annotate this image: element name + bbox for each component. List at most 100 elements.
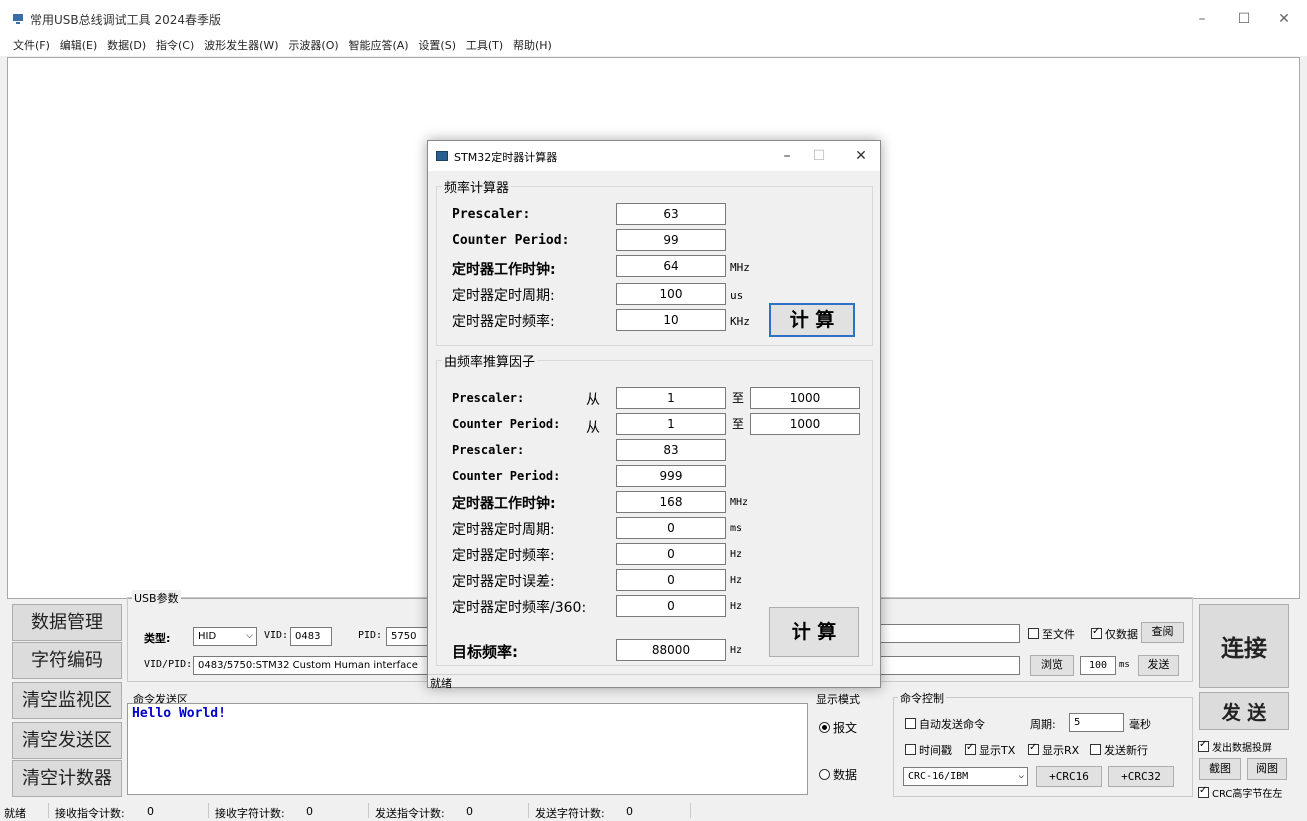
add-crc32-button[interactable]: +CRC32 bbox=[1108, 766, 1174, 787]
browse-button[interactable]: 浏览 bbox=[1030, 655, 1074, 676]
window-title: 常用USB总线调试工具 2024春季版 bbox=[30, 13, 221, 27]
show-tx-label: 显示TX bbox=[979, 744, 1016, 757]
menu-smart-reply[interactable]: 智能应答(A) bbox=[345, 36, 411, 56]
checkbox-icon bbox=[905, 744, 916, 755]
add-crc16-button[interactable]: +CRC16 bbox=[1036, 766, 1102, 787]
crc-select[interactable]: CRC-16/IBM ⌵ bbox=[903, 767, 1028, 786]
period-from-input[interactable]: 1 bbox=[616, 413, 726, 435]
crc-high-first-checkbox[interactable]: CRC高字节在左 bbox=[1198, 785, 1282, 800]
timer-freq-label: 定时器定时频率: bbox=[452, 314, 555, 330]
counter-period-input[interactable]: 99 bbox=[616, 229, 726, 251]
result-prescaler-input[interactable]: 83 bbox=[616, 439, 726, 461]
target-freq-input[interactable]: 88000 bbox=[616, 639, 726, 661]
status-separator bbox=[690, 803, 691, 818]
timer-clock-unit: MHz bbox=[730, 261, 750, 274]
send-cmd-count-value: 0 bbox=[466, 805, 473, 818]
prescaler-input[interactable]: 63 bbox=[616, 203, 726, 225]
timed-send-button[interactable]: 发送 bbox=[1138, 655, 1179, 676]
view-image-button[interactable]: 阅图 bbox=[1247, 758, 1287, 780]
clear-send-button[interactable]: 清空发送区 bbox=[12, 722, 122, 759]
timer-clock-input[interactable]: 64 bbox=[616, 255, 726, 277]
period-input[interactable]: 5 bbox=[1069, 713, 1124, 732]
to-file-checkbox[interactable]: 至文件 bbox=[1028, 626, 1075, 642]
type-select[interactable]: HID ⌵ bbox=[193, 627, 257, 646]
menu-tools[interactable]: 工具(T) bbox=[463, 36, 506, 56]
radio-selected-icon bbox=[819, 722, 830, 733]
clear-counter-button[interactable]: 清空计数器 bbox=[12, 760, 122, 797]
data-only-checkbox[interactable]: 仅数据 bbox=[1091, 626, 1138, 642]
menu-help[interactable]: 帮助(H) bbox=[510, 36, 555, 56]
file-path-input[interactable] bbox=[880, 624, 1020, 643]
period-from-label: 从 bbox=[586, 420, 600, 436]
data-mode-radio[interactable]: 数据 bbox=[819, 766, 857, 783]
factor-timer-period-unit: ms bbox=[730, 523, 743, 534]
vidpid-input[interactable]: 0483/5750:STM32 Custom Human interface bbox=[193, 656, 429, 675]
message-mode-radio[interactable]: 报文 bbox=[819, 719, 857, 736]
factor-clock-input[interactable]: 168 bbox=[616, 491, 726, 513]
checkbox-icon bbox=[1090, 744, 1101, 755]
menu-oscilloscope[interactable]: 示波器(O) bbox=[285, 36, 341, 56]
show-tx-checkbox[interactable]: 显示TX bbox=[965, 742, 1015, 758]
query-button[interactable]: 查阅 bbox=[1141, 622, 1184, 643]
interval-input[interactable]: 100 bbox=[1080, 656, 1116, 675]
auto-send-checkbox[interactable]: 自动发送命令 bbox=[905, 716, 985, 732]
factor-timer-error-input[interactable]: 0 bbox=[616, 569, 726, 591]
screenshot-button[interactable]: 截图 bbox=[1199, 758, 1241, 780]
send-newline-checkbox[interactable]: 发送新行 bbox=[1090, 742, 1148, 758]
command-control-label: 命令控制 bbox=[898, 690, 946, 706]
menu-file[interactable]: 文件(F) bbox=[10, 36, 53, 56]
status-separator bbox=[528, 803, 529, 818]
factor-clock-label: 定时器工作时钟: bbox=[452, 496, 556, 512]
period-to-input[interactable]: 1000 bbox=[750, 413, 860, 435]
app-icon bbox=[13, 14, 23, 24]
pid-label: PID: bbox=[358, 630, 383, 641]
close-button[interactable]: ✕ bbox=[1269, 8, 1299, 30]
dialog-maximize-button: ☐ bbox=[812, 148, 826, 164]
browse-path-input[interactable] bbox=[880, 656, 1020, 675]
recv-char-count-label: 接收字符计数: bbox=[215, 807, 285, 820]
minimize-button[interactable]: – bbox=[1187, 8, 1217, 30]
clear-monitor-button[interactable]: 清空监视区 bbox=[12, 682, 122, 719]
freq-calc-button[interactable]: 计 算 bbox=[769, 303, 855, 337]
result-prescaler-label: Prescaler: bbox=[452, 443, 525, 457]
prescaler-to-input[interactable]: 1000 bbox=[750, 387, 860, 409]
project-data-checkbox[interactable]: 发出数据投屏 bbox=[1198, 739, 1272, 754]
dialog-title: STM32定时器计算器 bbox=[454, 151, 558, 164]
menu-edit[interactable]: 编辑(E) bbox=[57, 36, 101, 56]
timer-clock-label: 定时器工作时钟: bbox=[452, 262, 556, 278]
checkbox-checked-icon bbox=[1198, 785, 1209, 798]
factor-calc-button[interactable]: 计 算 bbox=[769, 607, 859, 657]
prescaler-from-input[interactable]: 1 bbox=[616, 387, 726, 409]
counter-period-label: Counter Period: bbox=[452, 233, 570, 248]
send-button[interactable]: 发 送 bbox=[1199, 692, 1289, 730]
factor-timer-period-input[interactable]: 0 bbox=[616, 517, 726, 539]
timer-freq-input[interactable]: 10 bbox=[616, 309, 726, 331]
data-manage-button[interactable]: 数据管理 bbox=[12, 604, 122, 641]
timestamp-checkbox[interactable]: 时间戳 bbox=[905, 742, 952, 758]
interval-unit: ms bbox=[1119, 660, 1130, 670]
timer-period-unit: us bbox=[730, 289, 744, 302]
connect-button[interactable]: 连接 bbox=[1199, 604, 1289, 688]
show-rx-checkbox[interactable]: 显示RX bbox=[1028, 742, 1079, 758]
maximize-button[interactable]: ☐ bbox=[1229, 8, 1259, 30]
factor-timer-freq-input[interactable]: 0 bbox=[616, 543, 726, 565]
menu-command[interactable]: 指令(C) bbox=[153, 36, 197, 56]
dialog-close-button[interactable]: ✕ bbox=[850, 146, 872, 166]
factor-timer-freq360-input[interactable]: 0 bbox=[616, 595, 726, 617]
usb-params-label: USB参数 bbox=[132, 590, 181, 606]
status-separator bbox=[208, 803, 209, 818]
result-period-input[interactable]: 999 bbox=[616, 465, 726, 487]
type-value: HID bbox=[198, 631, 217, 642]
dialog-minimize-button[interactable]: – bbox=[776, 146, 798, 166]
send-char-count-label: 发送字符计数: bbox=[535, 807, 605, 820]
send-text-area[interactable]: Hello World! bbox=[127, 703, 808, 795]
char-encode-button[interactable]: 字符编码 bbox=[12, 642, 122, 679]
show-rx-label: 显示RX bbox=[1042, 744, 1080, 757]
menu-data[interactable]: 数据(D) bbox=[104, 36, 149, 56]
vid-input[interactable]: 0483 bbox=[290, 627, 332, 646]
menu-settings[interactable]: 设置(S) bbox=[415, 36, 459, 56]
menu-waveform[interactable]: 波形发生器(W) bbox=[201, 36, 281, 56]
pid-input[interactable]: 5750 bbox=[386, 627, 428, 646]
timer-period-input[interactable]: 100 bbox=[616, 283, 726, 305]
recv-cmd-count-label: 接收指令计数: bbox=[55, 807, 125, 820]
